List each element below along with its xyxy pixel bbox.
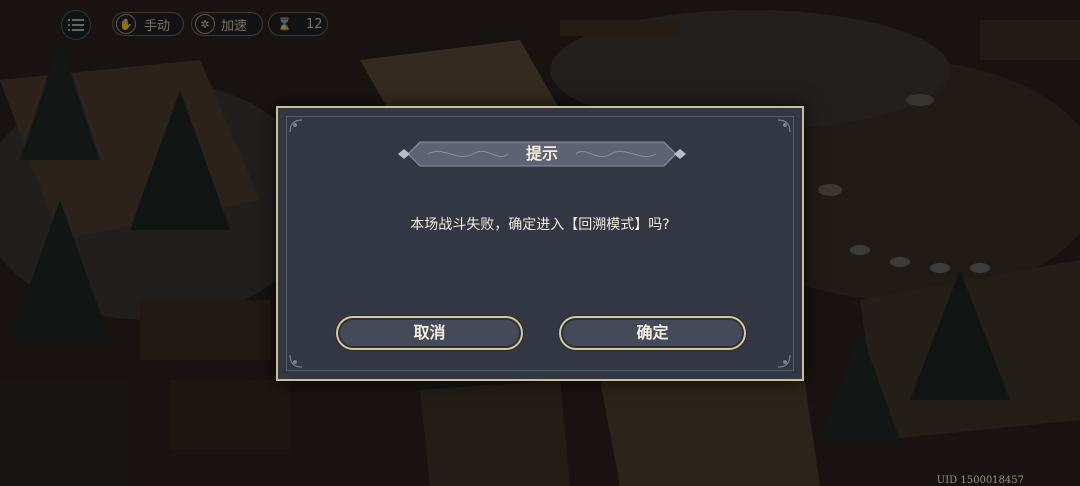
corner-ornament-icon: [289, 119, 303, 133]
corner-ornament-icon: [289, 354, 303, 368]
confirm-dialog: 提示 本场战斗失败，确定进入【回溯模式】吗? 取消 确定: [276, 106, 804, 381]
user-id-label: UID 1500018457: [936, 475, 1024, 486]
corner-ornament-icon: [777, 354, 791, 368]
dialog-message: 本场战斗失败，确定进入【回溯模式】吗?: [410, 217, 670, 233]
confirm-button[interactable]: 确定: [559, 316, 746, 350]
dialog-title-banner: 提示: [398, 139, 686, 169]
dialog-title: 提示: [525, 144, 558, 163]
corner-ornament-icon: [777, 119, 791, 133]
cancel-button[interactable]: 取消: [336, 316, 523, 350]
